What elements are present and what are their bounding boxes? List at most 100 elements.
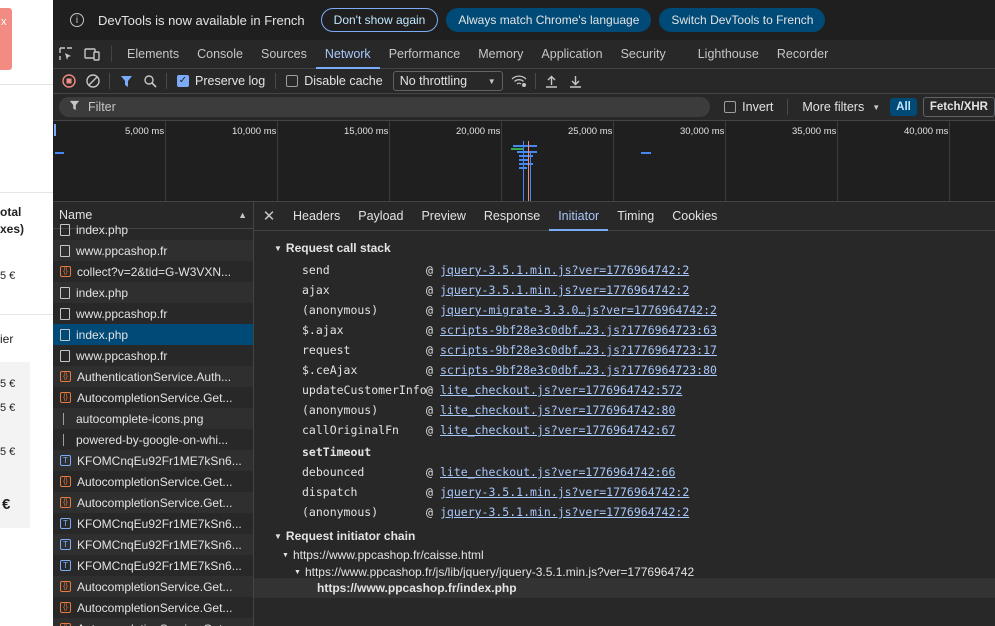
overview-tick-label: 15,000 ms	[344, 126, 389, 137]
chain-item-current[interactable]: https://www.ppcashop.fr/index.php	[317, 581, 517, 595]
match-language-button[interactable]: Always match Chrome's language	[446, 8, 652, 32]
request-name: AutocompletionService.Get...	[77, 622, 232, 626]
page-text: 5 €	[0, 402, 16, 414]
clear-icon[interactable]	[81, 70, 105, 92]
table-row[interactable]: T KFOMCnqEu92Fr1ME7kSn6...	[53, 555, 253, 576]
table-row[interactable]: index.php	[53, 219, 253, 240]
xhr-icon: {}	[60, 266, 71, 277]
error-close[interactable]: x	[1, 16, 7, 28]
tab-payload[interactable]: Payload	[349, 202, 412, 230]
type-filter-all[interactable]: All	[890, 98, 917, 116]
tab-recorder[interactable]: Recorder	[768, 40, 837, 68]
stack-frame-link[interactable]: jquery-3.5.1.min.js?ver=1776964742:2	[440, 503, 689, 521]
chain-item[interactable]: ▼ https://www.ppcashop.fr/js/lib/jquery/j…	[294, 565, 694, 579]
disable-cache-checkbox[interactable]: Disable cache	[286, 74, 383, 88]
xhr-icon: {}	[60, 476, 71, 487]
import-har-icon[interactable]	[540, 70, 564, 92]
stack-frame-link[interactable]: scripts-9bf28e3c0dbf…23.js?1776964723:80	[440, 361, 717, 379]
stack-frame-link[interactable]: jquery-3.5.1.min.js?ver=1776964742:2	[440, 281, 689, 299]
stack-frame-link[interactable]: scripts-9bf28e3c0dbf…23.js?1776964723:63	[440, 321, 717, 339]
tab-timing[interactable]: Timing	[608, 202, 663, 230]
tab-response[interactable]: Response	[475, 202, 549, 230]
dont-show-again-button[interactable]: Don't show again	[320, 8, 439, 32]
table-row[interactable]: www.ppcashop.fr	[53, 303, 253, 324]
stack-frame-link[interactable]: lite_checkout.js?ver=1776964742:80	[440, 401, 675, 419]
table-row[interactable]: powered-by-google-on-whi...	[53, 429, 253, 450]
tab-sources[interactable]: Sources	[252, 40, 316, 68]
network-conditions-icon[interactable]	[507, 70, 531, 92]
search-icon[interactable]	[138, 70, 162, 92]
initiator-chain-toggle[interactable]: ▼ Request initiator chain	[274, 529, 415, 543]
stack-frame-function: (anonymous)	[302, 303, 379, 317]
chain-item[interactable]: ▼ https://www.ppcashop.fr/caisse.html	[282, 548, 484, 562]
table-row[interactable]: {}AutocompletionService.Get...	[53, 618, 253, 626]
tab-cookies[interactable]: Cookies	[663, 202, 726, 230]
tab-security[interactable]: Security	[612, 40, 675, 68]
table-row[interactable]: {} collect?v=2&tid=G-W3VXN...	[53, 261, 253, 282]
table-row[interactable]: {}AutocompletionService.Get...	[53, 492, 253, 513]
request-name: powered-by-google-on-whi...	[76, 432, 229, 447]
tab-lighthouse[interactable]: Lighthouse	[689, 40, 768, 68]
document-icon	[60, 349, 70, 362]
throttling-value: No throttling	[399, 74, 468, 88]
tab-application[interactable]: Application	[532, 40, 611, 68]
table-row[interactable]: {}AutocompletionService.Get...	[53, 471, 253, 492]
stack-frame-link[interactable]: lite_checkout.js?ver=1776964742:66	[440, 463, 675, 481]
request-name: www.ppcashop.fr	[76, 348, 168, 363]
invert-checkbox[interactable]: Invert	[724, 100, 773, 114]
stack-frame-link[interactable]: jquery-migrate-3.3.0…js?ver=1776964742:2	[440, 301, 717, 319]
filter-icon[interactable]	[114, 70, 138, 92]
stack-frame-at: @	[426, 465, 433, 479]
table-row[interactable]: {} AuthenticationService.Auth...	[53, 366, 253, 387]
stack-frame-function: (anonymous)	[302, 403, 379, 417]
page-text: ier	[0, 332, 14, 346]
table-row[interactable]: {}AutocompletionService.Get...	[53, 576, 253, 597]
tab-performance[interactable]: Performance	[380, 40, 470, 68]
image-icon	[60, 433, 70, 446]
stack-frame-link[interactable]: lite_checkout.js?ver=1776964742:67	[440, 421, 675, 439]
column-header-label: Name	[59, 208, 93, 222]
table-row[interactable]: T KFOMCnqEu92Fr1ME7kSn6...	[53, 534, 253, 555]
switch-language-button[interactable]: Switch DevTools to French	[659, 8, 826, 32]
throttling-select[interactable]: No throttling ▼	[392, 71, 503, 91]
table-row[interactable]: autocomplete-icons.png	[53, 408, 253, 429]
table-row[interactable]: www.ppcashop.fr	[53, 345, 253, 366]
table-row[interactable]: T KFOMCnqEu92Fr1ME7kSn6...	[53, 450, 253, 471]
tab-network[interactable]: Network	[315, 40, 380, 69]
tab-elements[interactable]: Elements	[118, 40, 188, 68]
stack-frame-link[interactable]: scripts-9bf28e3c0dbf…23.js?1776964723:17	[440, 341, 717, 359]
call-stack-toggle[interactable]: ▼ Request call stack	[274, 241, 391, 255]
stack-frame-link[interactable]: lite_checkout.js?ver=1776964742:572	[440, 381, 682, 399]
tab-initiator[interactable]: Initiator	[549, 202, 609, 231]
tab-memory[interactable]: Memory	[469, 40, 532, 68]
stack-frame-at: @	[426, 303, 433, 317]
export-har-icon[interactable]	[564, 70, 588, 92]
preserve-log-checkbox[interactable]: ✓ Preserve log	[177, 74, 265, 88]
table-row[interactable]: {}AutocompletionService.Get...	[53, 597, 253, 618]
tab-preview[interactable]: Preview	[412, 202, 474, 230]
request-name: index.php	[76, 222, 129, 237]
checkbox-unchecked-icon	[286, 75, 299, 87]
table-row[interactable]: www.ppcashop.fr	[53, 240, 253, 261]
stack-frame-link[interactable]: jquery-3.5.1.min.js?ver=1776964742:2	[440, 483, 689, 501]
tab-console[interactable]: Console	[188, 40, 252, 68]
document-icon	[60, 223, 70, 236]
error-banner[interactable]: x	[0, 8, 12, 70]
page-text: 5 €	[0, 446, 16, 458]
device-toolbar-icon[interactable]	[79, 40, 105, 68]
tab-headers[interactable]: Headers	[284, 202, 349, 230]
table-row[interactable]: index.php	[53, 282, 253, 303]
table-row[interactable]: index.php	[53, 324, 253, 345]
table-row[interactable]: {}AutocompletionService.Get...	[53, 387, 253, 408]
close-details-icon[interactable]: ✕	[254, 202, 284, 230]
more-filters-button[interactable]: More filters ▼	[802, 100, 880, 114]
table-row[interactable]: T KFOMCnqEu92Fr1ME7kSn6...	[53, 513, 253, 534]
type-filter-fetch-xhr[interactable]: Fetch/XHR	[922, 97, 995, 117]
chain-url: https://www.ppcashop.fr/js/lib/jquery/jq…	[304, 565, 695, 579]
request-name: index.php	[76, 327, 129, 342]
stack-frame-link[interactable]: jquery-3.5.1.min.js?ver=1776964742:2	[440, 261, 689, 279]
network-overview[interactable]: 5,000 ms 10,000 ms 15,000 ms 20,000 ms 2…	[53, 121, 995, 202]
inspect-element-icon[interactable]	[53, 40, 79, 68]
filter-input[interactable]: Filter	[59, 97, 711, 117]
record-stop-icon[interactable]	[57, 70, 81, 92]
